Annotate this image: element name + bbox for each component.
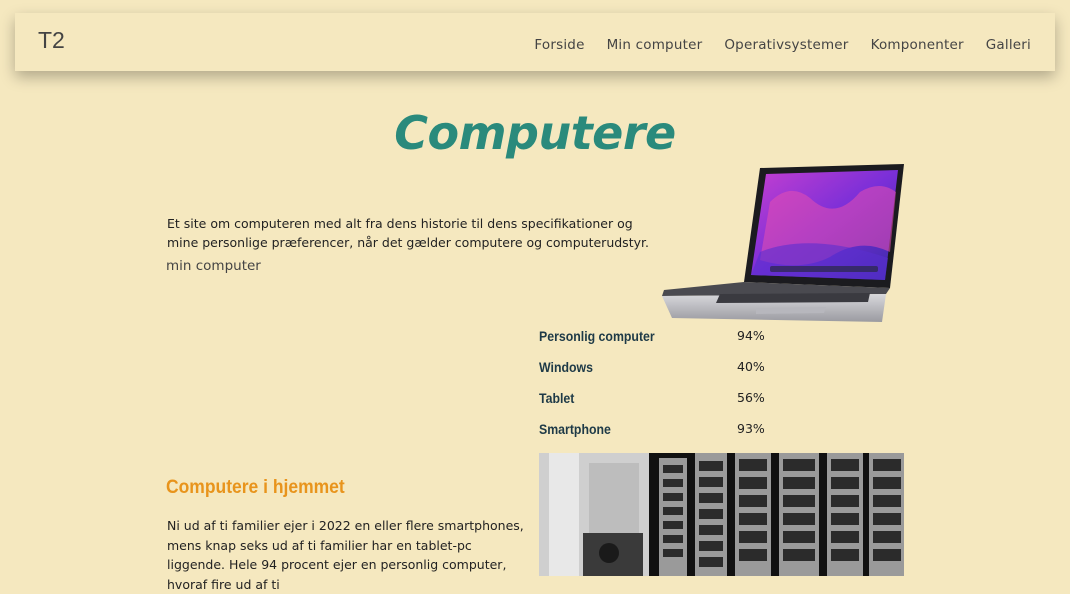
nav-menu: Forside Min computer Operativsystemer Ko… xyxy=(534,37,1031,53)
stat-label: Windows xyxy=(539,359,593,375)
brand-logo[interactable]: T2 xyxy=(38,27,65,54)
nav-item-komponenter[interactable]: Komponenter xyxy=(871,37,964,53)
nav-item-galleri[interactable]: Galleri xyxy=(986,37,1031,53)
stat-row: Smartphone 93% xyxy=(539,419,769,450)
stat-row: Personlig computer 94% xyxy=(539,326,769,357)
server-room-photo xyxy=(539,453,904,576)
stat-label: Personlig computer xyxy=(539,328,655,344)
stats-table: Personlig computer 94% Windows 40% Table… xyxy=(539,326,769,450)
stat-value: 56% xyxy=(737,390,765,405)
nav-item-forside[interactable]: Forside xyxy=(534,37,584,53)
nav-item-operativsystemer[interactable]: Operativsystemer xyxy=(724,37,848,53)
navbar: T2 Forside Min computer Operativsystemer… xyxy=(15,13,1055,71)
stat-row: Tablet 56% xyxy=(539,388,769,419)
stat-label: Tablet xyxy=(539,390,575,406)
stat-value: 94% xyxy=(737,328,765,343)
page-title: Computere xyxy=(394,106,676,160)
section-title: Computere i hjemmet xyxy=(166,477,345,498)
stat-value: 40% xyxy=(737,359,765,374)
stat-label: Smartphone xyxy=(539,421,611,437)
stat-value: 93% xyxy=(737,421,765,436)
min-computer-link[interactable]: min computer xyxy=(166,258,261,274)
intro-text: Et site om computeren med alt fra dens h… xyxy=(167,216,649,250)
stat-row: Windows 40% xyxy=(539,357,769,388)
section-body-text: Ni ud af ti familier ejer i 2022 en elle… xyxy=(167,518,524,592)
nav-item-min-computer[interactable]: Min computer xyxy=(607,37,703,53)
laptop-image xyxy=(660,162,906,332)
